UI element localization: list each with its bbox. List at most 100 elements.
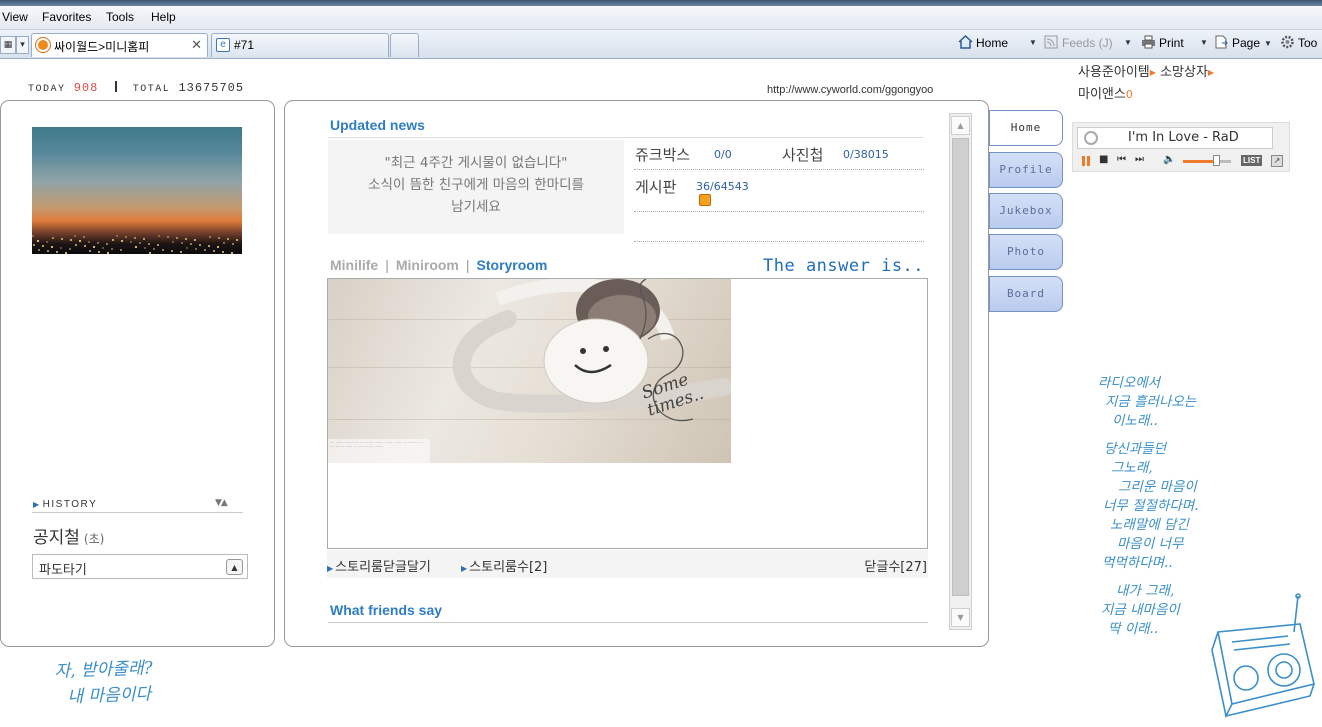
city-light <box>97 242 99 244</box>
popup-icon[interactable]: ↗ <box>1271 155 1283 167</box>
city-light <box>176 237 178 239</box>
menu-view[interactable]: View <box>2 10 28 24</box>
home-dropdown[interactable]: ▼ <box>1025 35 1037 49</box>
previous-icon[interactable]: ⏮ <box>1117 154 1126 165</box>
updated-news-title: Updated news <box>330 117 425 133</box>
city-light <box>135 246 137 248</box>
city-light <box>88 241 90 243</box>
items-in-use-link[interactable]: 사용준아이템 <box>1078 65 1150 80</box>
city-light <box>144 247 146 249</box>
radio-doodle-icon <box>1211 593 1315 719</box>
photo-stat-label[interactable]: 사진첩 <box>782 144 823 165</box>
next-icon[interactable]: ⏭ <box>1135 154 1144 165</box>
city-light <box>223 242 225 244</box>
stat-row-1: 쥬크박스 0/0 사진첩 0/38015 <box>634 140 924 170</box>
home-button[interactable]: Home <box>958 35 1008 50</box>
city-light <box>112 239 114 241</box>
playlist-button[interactable]: LIST <box>1241 155 1263 166</box>
history-toggle-arrows[interactable]: ▼▲ <box>215 498 228 508</box>
side-tab-home[interactable]: Home <box>989 110 1063 146</box>
handwritten-note-bottom: 자, 받아줄래? 내 마음이다 <box>54 655 154 710</box>
tab-cyworld[interactable]: 싸이월드>미니홈피 ✕ <box>31 33 208 57</box>
city-light <box>157 244 159 246</box>
handwritten-line <box>1109 573 1199 582</box>
chevron-up-icon[interactable]: ▲ <box>226 559 243 575</box>
surfing-select[interactable]: 파도타기 ▲ <box>32 554 248 579</box>
feeds-button[interactable]: Feeds (J) <box>1044 35 1113 50</box>
print-button[interactable]: Print <box>1141 35 1184 50</box>
city-light <box>84 245 86 247</box>
tab-miniroom[interactable]: Miniroom <box>396 257 459 273</box>
tab-storyroom[interactable]: Storyroom <box>477 257 548 273</box>
city-light <box>153 248 155 250</box>
scroll-up-button[interactable]: ▲ <box>951 116 970 135</box>
scroll-down-button[interactable]: ▼ <box>951 608 970 627</box>
side-tab-profile[interactable]: Profile <box>989 152 1063 188</box>
my-ans-link[interactable]: 마이앤스 <box>1078 87 1126 102</box>
storyroom-footer: ▶ 스토리룸닫글달기 ▶ 스토리룸수[2] 닫글수[27] <box>327 550 928 578</box>
volume-knob[interactable] <box>1213 155 1220 166</box>
comment-count: 닫글수[27] <box>864 560 927 575</box>
menu-help[interactable]: Help <box>151 10 176 24</box>
side-tab-board[interactable]: Board <box>989 276 1063 312</box>
handwritten-line: 그리운 마음이 <box>1118 479 1197 495</box>
page-icon <box>1215 35 1228 49</box>
volume-icon[interactable]: 🔈 <box>1163 154 1175 165</box>
handwritten-line: 노래말에 담긴 <box>1110 517 1189 533</box>
city-light <box>195 248 197 250</box>
music-player: I'm In Love - RaD ■ ⏮ ⏭ 🔈 LIST ↗ <box>1072 122 1290 172</box>
print-dropdown[interactable]: ▼ <box>1196 35 1208 49</box>
board-stat-label[interactable]: 게시판 <box>635 176 676 197</box>
menu-tools[interactable]: Tools <box>106 10 134 24</box>
triangle-right-icon: ▶ <box>1149 68 1156 77</box>
side-tab-photo[interactable]: Photo <box>989 234 1063 270</box>
main-scrollbar[interactable]: ▲ ▼ <box>949 113 972 630</box>
city-light <box>32 235 34 237</box>
feeds-dropdown[interactable]: ▼ <box>1120 35 1132 49</box>
close-comments-link[interactable]: ▶ 스토리룸닫글달기 <box>327 556 431 575</box>
mood-emoticon-icon: (초) <box>83 532 105 546</box>
city-light <box>167 236 169 238</box>
triangle-right-icon: ▶ <box>461 564 468 573</box>
quick-tabs-button[interactable]: ▦ <box>0 36 16 54</box>
new-badge-icon <box>699 194 711 206</box>
jukebox-stat-label[interactable]: 쥬크박스 <box>635 144 690 165</box>
handwritten-line: 라디오에서 <box>1098 375 1161 391</box>
city-light <box>194 239 196 241</box>
stat-row-3 <box>634 212 924 242</box>
cd-icon <box>1084 131 1098 145</box>
story-count-link[interactable]: ▶ 스토리룸수[2] <box>461 556 547 575</box>
handwritten-line: 너무 절절하다며. <box>1103 498 1199 514</box>
tab-minilife[interactable]: Minilife <box>330 257 378 273</box>
printer-icon <box>1142 35 1155 49</box>
history-link[interactable]: ▶ HISTORY <box>33 499 97 510</box>
page-button[interactable]: Page ▼ <box>1214 35 1272 50</box>
wish-box-link[interactable]: 소망상자 <box>1160 65 1208 80</box>
new-tab-button[interactable] <box>390 33 419 57</box>
close-icon[interactable]: ✕ <box>191 37 202 53</box>
tools-button[interactable]: Too <box>1280 35 1317 50</box>
side-tab-jukebox[interactable]: Jukebox <box>989 193 1063 229</box>
scroll-thumb[interactable] <box>952 138 969 596</box>
storyroom-image-note: ···· ······ ·· ··· ······· ···· ·· ···· … <box>328 439 430 463</box>
city-light <box>171 250 173 252</box>
tab-list-dropdown[interactable]: ▾ <box>16 36 29 54</box>
handwritten-line: 그노래, <box>1111 460 1153 476</box>
homepage-url[interactable]: http://www.cyworld.com/ggongyoo <box>767 84 933 96</box>
tab-71[interactable]: e #71 <box>211 33 389 57</box>
handwritten-line: 먹먹하다며.. <box>1102 555 1173 571</box>
city-light <box>121 240 123 242</box>
city-light <box>47 250 49 252</box>
city-light <box>111 248 113 250</box>
city-light <box>83 236 85 238</box>
total-label: TOTAL <box>132 84 171 95</box>
gear-icon <box>1281 35 1294 49</box>
stop-icon[interactable]: ■ <box>1099 154 1108 165</box>
city-light <box>218 237 220 239</box>
volume-slider[interactable] <box>1183 160 1231 163</box>
pause-icon[interactable] <box>1082 156 1090 166</box>
menu-favorites[interactable]: Favorites <box>42 10 91 24</box>
storyroom-image: Some times.. ···· ······ ·· ··· ······· … <box>328 279 731 463</box>
mood-title: 공지철 (초) <box>33 528 105 548</box>
profile-photo <box>32 127 242 254</box>
